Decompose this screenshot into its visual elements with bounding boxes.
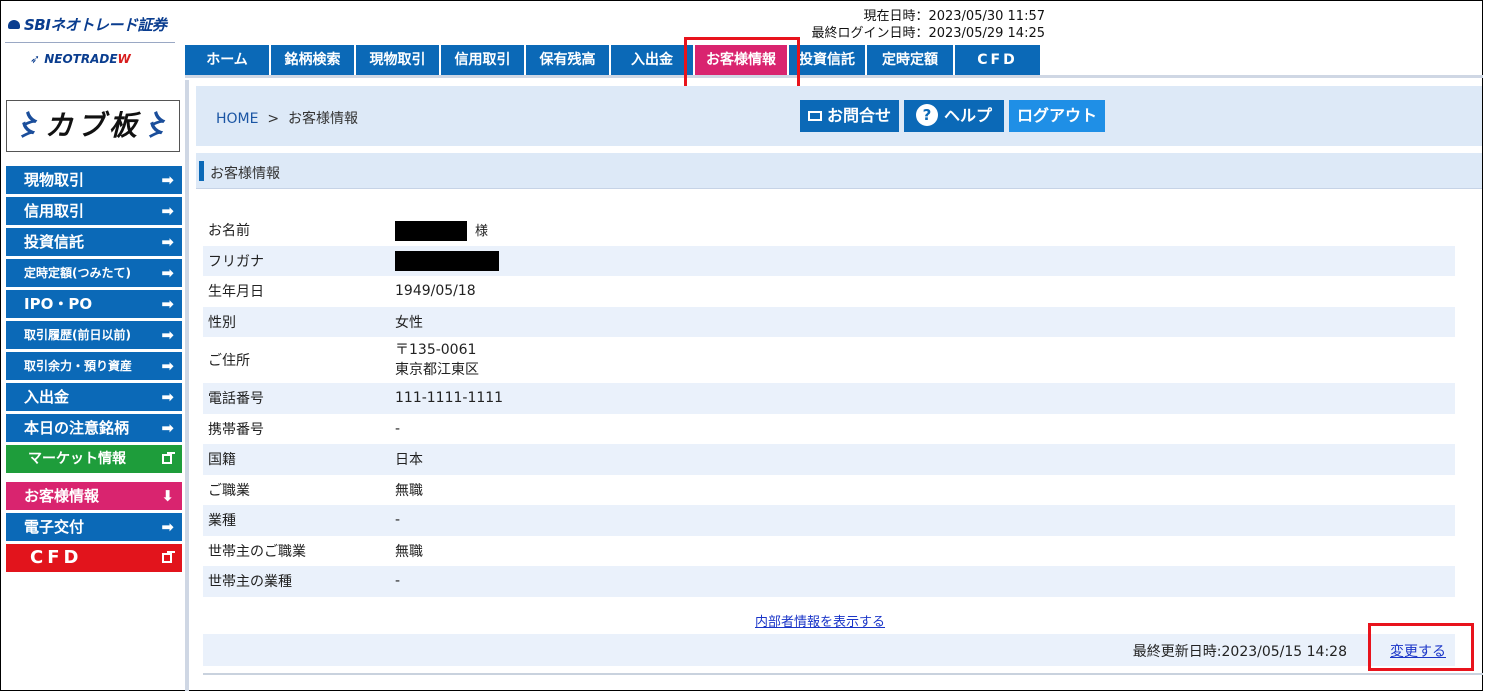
sidebar-item-investment-trust[interactable]: 投資信託 ➡ (6, 228, 182, 256)
nav-spot-trading[interactable]: 現物取引 (354, 45, 439, 75)
table-row: 生年月日 1949/05/18 (208, 283, 476, 301)
arrow-right-icon: ➡ (161, 419, 174, 437)
logo-divider (5, 42, 175, 43)
sidebar-item-cfd[interactable]: CFD (6, 544, 182, 572)
session-times: 現在日時：2023/05/30 11:57 最終ログイン日時：2023/05/2… (811, 9, 1045, 41)
mail-icon (808, 111, 822, 121)
sidebar-item-deposit-withdraw[interactable]: 入出金 ➡ (6, 383, 182, 411)
last-updated: 最終更新日時:2023/05/15 14:28 (1132, 644, 1347, 660)
table-row: 電話番号 111-1111-1111 (203, 383, 1455, 414)
breadcrumb-current: お客様情報 (288, 111, 359, 127)
arrow-right-icon: ➡ (161, 202, 174, 220)
kabu-ita-banner[interactable]: 〻カブ板〻 (6, 100, 180, 152)
logout-button[interactable]: ログアウト (1009, 100, 1106, 132)
breadcrumb-bar: HOME > お客様情報 お問合せ ? ヘルプ ログアウト (196, 86, 1482, 146)
arrow-right-icon: ➡ (161, 295, 174, 313)
arrow-right-icon: ➡ (161, 171, 174, 189)
customer-info-table: お名前 様 フリガナ 生年月日 1949/05/18 性別 女性 ご住所 〒135-… (203, 215, 1455, 597)
section-accent (199, 161, 204, 181)
help-button[interactable]: ? ヘルプ (904, 100, 1005, 132)
arrow-right-icon: ➡ (161, 264, 174, 282)
update-row: 最終更新日時:2023/05/15 14:28 (203, 634, 1455, 666)
redacted-name (395, 220, 467, 241)
table-row: 性別 女性 (203, 306, 1455, 337)
toolbar: お問合せ ? ヘルプ ログアウト (800, 100, 1106, 132)
last-login-time: 2023/05/29 14:25 (928, 26, 1045, 41)
breadcrumb-home-link[interactable]: HOME (216, 111, 258, 127)
table-row: 国籍 日本 (203, 444, 1455, 475)
table-row: 業種 - (203, 505, 1455, 536)
nav-fixed-amount[interactable]: 定時定額 (865, 45, 953, 75)
sidebar-item-trade-history[interactable]: 取引履歴(前日以前) ➡ (6, 321, 182, 349)
highlight-box-nav (684, 37, 800, 89)
table-row: ご職業 無職 (208, 482, 423, 499)
external-window-icon (162, 452, 175, 464)
table-row: ご住所 〒135-0061 東京都江東区 (208, 342, 479, 378)
table-row: お名前 様 (203, 215, 1455, 246)
bottom-divider (203, 673, 1483, 675)
nav-cfd[interactable]: CFD (953, 45, 1040, 75)
sidebar-item-spot-trading[interactable]: 現物取引 ➡ (6, 166, 182, 194)
sidebar-item-margin-trading[interactable]: 信用取引 ➡ (6, 197, 182, 225)
nav-holdings[interactable]: 保有残高 (524, 45, 609, 75)
nav-home[interactable]: ホーム (185, 45, 269, 75)
contact-button[interactable]: お問合せ (800, 100, 900, 132)
sidebar-item-market-info[interactable]: マーケット情報 (6, 445, 182, 473)
header-divider (185, 75, 1483, 78)
table-row: 世帯主の業種 - (203, 566, 1455, 597)
insider-info-link[interactable]: 内部者情報を表示する (755, 611, 885, 630)
table-row: フリガナ (203, 245, 1455, 276)
question-icon: ? (916, 104, 939, 126)
nav-margin-trading[interactable]: 信用取引 (439, 45, 524, 75)
table-row: 世帯主のご職業 無職 (208, 543, 423, 560)
global-nav: ホーム 銘柄検索 現物取引 信用取引 保有残高 入出金 お客様情報 投資信託 定… (185, 45, 1040, 75)
section-header: お客様情報 (196, 153, 1482, 189)
sbi-neotrade-logo[interactable]: SBIネオトレード証券 (8, 14, 167, 35)
arrow-right-icon: ➡ (161, 233, 174, 251)
redacted-furigana (395, 250, 499, 271)
arrow-down-icon: ⬇ (161, 487, 174, 505)
arrow-right-icon: ➡ (161, 326, 174, 344)
table-row: 携帯番号 - (208, 420, 401, 438)
nav-deposit-withdraw[interactable]: 入出金 (609, 45, 693, 75)
sidebar-item-buying-power[interactable]: 取引余力・預り資産 ➡ (6, 352, 182, 380)
sidebar-item-e-delivery[interactable]: 電子交付 ➡ (6, 513, 182, 541)
nav-stock-search[interactable]: 銘柄検索 (269, 45, 354, 75)
arrow-right-icon: ➡ (161, 388, 174, 406)
arrow-right-icon: ➡ (161, 357, 174, 375)
sidebar-divider (185, 80, 189, 691)
external-window-icon (162, 551, 175, 563)
current-time: 2023/05/30 11:57 (928, 9, 1045, 24)
sidebar-item-caution-stocks[interactable]: 本日の注意銘柄 ➡ (6, 414, 182, 442)
neotrade-logo: ➶ NEOTRADEW (30, 52, 131, 66)
breadcrumb: HOME > お客様情報 (216, 111, 359, 127)
sidebar: 現物取引 ➡ 信用取引 ➡ 投資信託 ➡ 定時定額(つみたて) ➡ IPO・PO ➡ 取引… (6, 166, 182, 575)
sidebar-item-fixed-amount[interactable]: 定時定額(つみたて) ➡ (6, 259, 182, 287)
sidebar-item-ipo-po[interactable]: IPO・PO ➡ (6, 290, 182, 318)
sidebar-item-customer-info[interactable]: お客様情報 ⬇ (6, 482, 182, 510)
sbi-logo-icon (8, 20, 20, 29)
arrow-right-icon: ➡ (161, 518, 174, 536)
highlight-box-change (1368, 623, 1474, 671)
section-title: お客様情報 (210, 166, 280, 182)
